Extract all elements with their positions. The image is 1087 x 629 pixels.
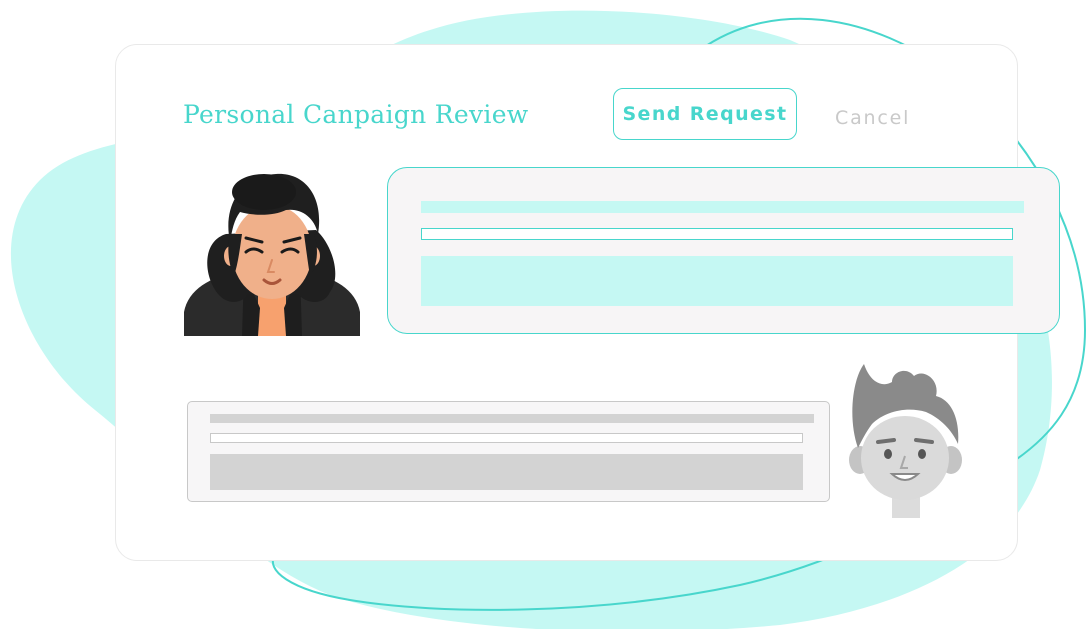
- woman-avatar-icon: [184, 173, 360, 336]
- cancel-button[interactable]: Cancel: [835, 107, 910, 129]
- recipient-message-bubble: [187, 401, 830, 502]
- sender-message-bubble: [387, 167, 1060, 334]
- message-block-placeholder: [210, 454, 803, 490]
- message-input-line-placeholder: [421, 228, 1013, 240]
- man-avatar-icon: [849, 364, 962, 518]
- message-line-placeholder: [421, 201, 1024, 213]
- send-request-button[interactable]: Send Request: [613, 88, 797, 140]
- message-line-placeholder: [210, 414, 814, 423]
- message-block-placeholder: [421, 256, 1013, 306]
- page-title: Personal Canpaign Review: [183, 100, 529, 129]
- message-input-line-placeholder: [210, 433, 803, 443]
